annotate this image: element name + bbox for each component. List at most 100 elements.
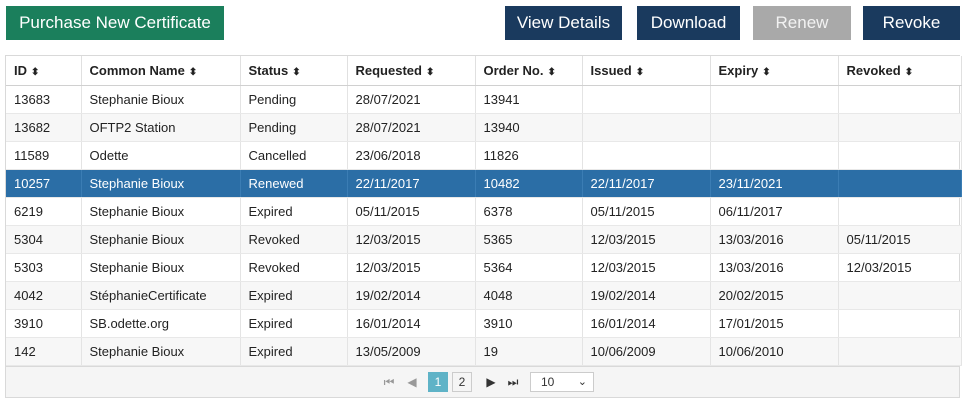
table-cell: Expired [240, 309, 348, 338]
table-cell: 11826 [475, 141, 583, 170]
table-cell: 13/03/2016 [710, 225, 839, 254]
table-cell: Stephanie Bioux [81, 253, 241, 282]
column-header[interactable]: Common Name ⬍ [81, 56, 241, 86]
column-header-label: Revoked [846, 63, 901, 78]
chevron-down-icon: ⌄ [577, 376, 587, 388]
table-cell: 11589 [6, 141, 82, 170]
table-cell: 142 [6, 337, 82, 366]
table-cell: 22/11/2017 [582, 169, 711, 198]
table-cell: 19/02/2014 [582, 281, 711, 310]
column-header[interactable]: Revoked ⬍ [838, 56, 962, 86]
table-cell: 4048 [475, 281, 583, 310]
table-cell: Revoked [240, 253, 348, 282]
table-cell: Stephanie Bioux [81, 337, 241, 366]
table-cell: Stephanie Bioux [81, 225, 241, 254]
table-cell [582, 85, 711, 114]
table-cell: 19/02/2014 [347, 281, 476, 310]
table-cell: 13/05/2009 [347, 337, 476, 366]
sort-icon[interactable]: ⬍ [762, 67, 770, 78]
table-row[interactable]: 10257 Stephanie Bioux Renewed 22/11/2017 104… [6, 169, 962, 198]
table-row[interactable]: 5304 Stephanie Bioux Revoked 12/03/2015 5365… [6, 225, 962, 254]
table-row[interactable]: 4042 StéphanieCertificate Expired 19/02/201… [6, 281, 962, 310]
last-page-icon[interactable]: ⏭ [506, 372, 520, 392]
table-row[interactable]: 3910 SB.odette.org Expired 16/01/2014 3910 16… [6, 309, 962, 338]
table-cell: 28/07/2021 [347, 113, 476, 142]
column-header[interactable]: Issued ⬍ [582, 56, 711, 86]
revoke-button[interactable]: Revoke [863, 6, 960, 40]
table-cell: 23/06/2018 [347, 141, 476, 170]
next-page-icon[interactable]: ▶ [484, 372, 498, 392]
column-header[interactable]: Order No. ⬍ [475, 56, 583, 86]
sort-icon[interactable]: ⬍ [426, 67, 434, 78]
column-header-label: ID [14, 63, 27, 78]
page-2-button[interactable]: 2 [452, 372, 472, 392]
column-header-label: Requested [355, 63, 422, 78]
table-cell: 13/03/2016 [710, 253, 839, 282]
table-cell: Pending [240, 113, 348, 142]
table-cell [838, 281, 962, 310]
table-cell: 12/03/2015 [347, 225, 476, 254]
table-row[interactable]: 11589 Odette Cancelled 23/06/2018 11826 [6, 141, 962, 170]
table-cell: 05/11/2015 [347, 197, 476, 226]
table-cell: Odette [81, 141, 241, 170]
column-header-label: Status [248, 63, 289, 78]
table-cell: Revoked [240, 225, 348, 254]
table-cell: 28/07/2021 [347, 85, 476, 114]
table-cell: 16/01/2014 [347, 309, 476, 338]
table-cell: Renewed [240, 169, 348, 198]
table-cell: 5365 [475, 225, 583, 254]
table-cell: 13682 [6, 113, 82, 142]
pagination-bar: ⏮ ◀ 1 2 ▶ ⏭ 10 ⌄ [6, 366, 959, 397]
table-cell: Expired [240, 281, 348, 310]
table-cell [838, 113, 962, 142]
table-cell: 19 [475, 337, 583, 366]
table-cell: 16/01/2014 [582, 309, 711, 338]
table-cell: Cancelled [240, 141, 348, 170]
sort-icon[interactable]: ⬍ [189, 67, 197, 78]
sort-icon[interactable]: ⬍ [547, 67, 555, 78]
table-body: 13683 Stephanie Bioux Pending 28/07/2021 139… [6, 85, 962, 366]
sort-icon[interactable]: ⬍ [292, 67, 300, 78]
table-cell: Expired [240, 337, 348, 366]
table-cell [710, 141, 839, 170]
column-header-label: Order No. [483, 63, 544, 78]
column-header-label: Issued [590, 63, 632, 78]
sort-icon[interactable]: ⬍ [905, 67, 913, 78]
table-cell: 10/06/2010 [710, 337, 839, 366]
table-cell: Stephanie Bioux [81, 85, 241, 114]
purchase-new-certificate-button[interactable]: Purchase New Certificate [6, 6, 224, 40]
previous-page-icon[interactable]: ◀ [404, 372, 420, 392]
table-cell: 13683 [6, 85, 82, 114]
table-cell: 6219 [6, 197, 82, 226]
table-header-row: ID ⬍ Common Name ⬍ Status ⬍ Requested ⬍ Order No… [6, 56, 962, 86]
table-row[interactable]: 142 Stephanie Bioux Expired 13/05/2009 19 10/… [6, 337, 962, 366]
page-size-value: 10 [541, 375, 555, 389]
table-cell [838, 141, 962, 170]
column-header[interactable]: Status ⬍ [240, 56, 348, 86]
table-row[interactable]: 13682 OFTP2 Station Pending 28/07/2021 13940 [6, 113, 962, 142]
table-cell: 6378 [475, 197, 583, 226]
sort-icon[interactable]: ⬍ [31, 67, 39, 78]
table-cell [582, 113, 711, 142]
table-row[interactable]: 5303 Stephanie Bioux Revoked 12/03/2015 5364… [6, 253, 962, 282]
table-cell: 4042 [6, 281, 82, 310]
renew-button[interactable]: Renew [753, 6, 851, 40]
column-header[interactable]: Requested ⬍ [347, 56, 476, 86]
view-details-button[interactable]: View Details [505, 6, 622, 40]
table-cell: 05/11/2015 [838, 225, 962, 254]
column-header-label: Common Name [89, 63, 185, 78]
column-header[interactable]: Expiry ⬍ [710, 56, 839, 86]
table-cell: 12/03/2015 [582, 253, 711, 282]
table-cell [838, 337, 962, 366]
table-cell [710, 85, 839, 114]
page-1-button[interactable]: 1 [428, 372, 448, 392]
column-header[interactable]: ID ⬍ [6, 56, 82, 86]
page-size-select[interactable]: 10 ⌄ [530, 372, 594, 392]
table-row[interactable]: 13683 Stephanie Bioux Pending 28/07/2021 139… [6, 85, 962, 114]
table-cell: 23/11/2021 [710, 169, 839, 198]
first-page-icon[interactable]: ⏮ [381, 372, 397, 392]
sort-icon[interactable]: ⬍ [636, 67, 644, 78]
table-cell: 10482 [475, 169, 583, 198]
table-row[interactable]: 6219 Stephanie Bioux Expired 05/11/2015 6378… [6, 197, 962, 226]
download-button[interactable]: Download [637, 6, 740, 40]
